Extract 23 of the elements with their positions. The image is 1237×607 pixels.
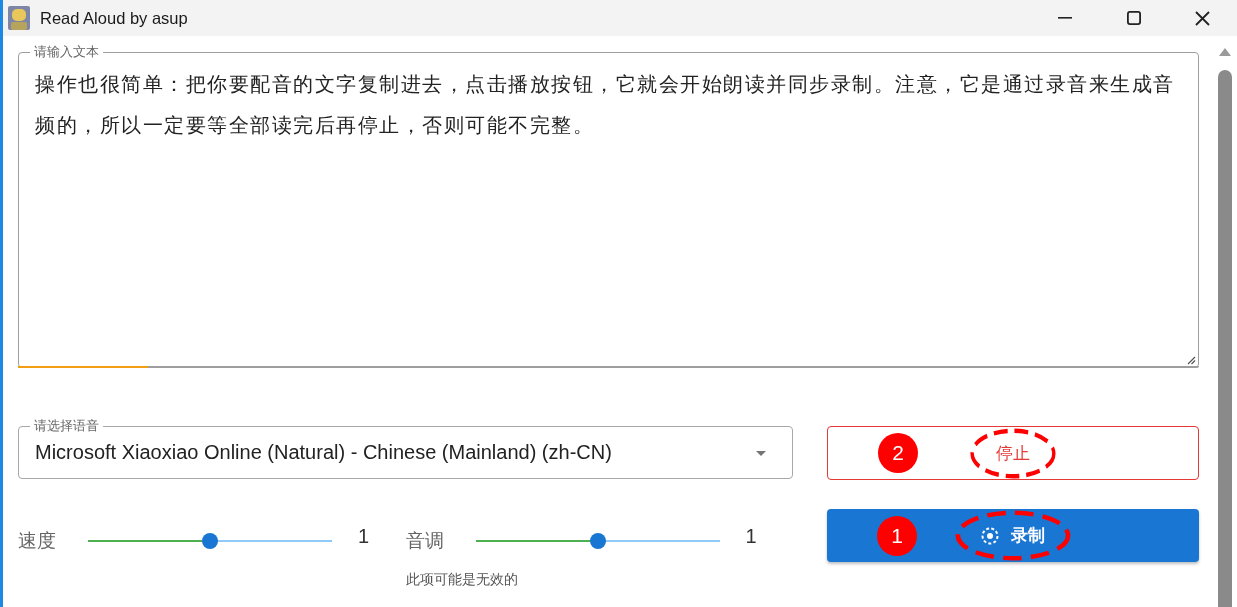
slider-value: 1 (358, 525, 370, 548)
close-icon (1195, 10, 1210, 26)
callout-badge: 2 (878, 433, 918, 473)
stop-button[interactable]: 2 停止 (827, 426, 1199, 480)
maximize-icon (1126, 11, 1141, 25)
text-field-label: 请输入文本 (30, 44, 103, 60)
slider-label: 音调 (405, 529, 445, 553)
slider-label: 速度 (18, 529, 57, 553)
callout-badge: 1 (877, 515, 917, 556)
slider-thumb[interactable] (202, 533, 218, 549)
minimize-icon (1057, 17, 1072, 19)
dropdown-caret-icon (756, 451, 766, 456)
window-title: Read Aloud by asup (40, 8, 188, 28)
record-button[interactable]: 1 录制 (827, 509, 1199, 562)
select-label: 请选择语音 (30, 418, 103, 434)
slider-thumb[interactable] (589, 533, 606, 549)
scroll-up-arrow-icon[interactable] (1219, 48, 1231, 56)
slider-value: 1 (745, 525, 757, 548)
app-icon (8, 6, 30, 30)
resize-handle-icon[interactable] (1187, 356, 1196, 365)
scrollbar-thumb[interactable] (1218, 70, 1232, 607)
dotted-ring-icon (981, 526, 999, 545)
slider-hint: 此项可能是无效的 (405, 571, 519, 589)
